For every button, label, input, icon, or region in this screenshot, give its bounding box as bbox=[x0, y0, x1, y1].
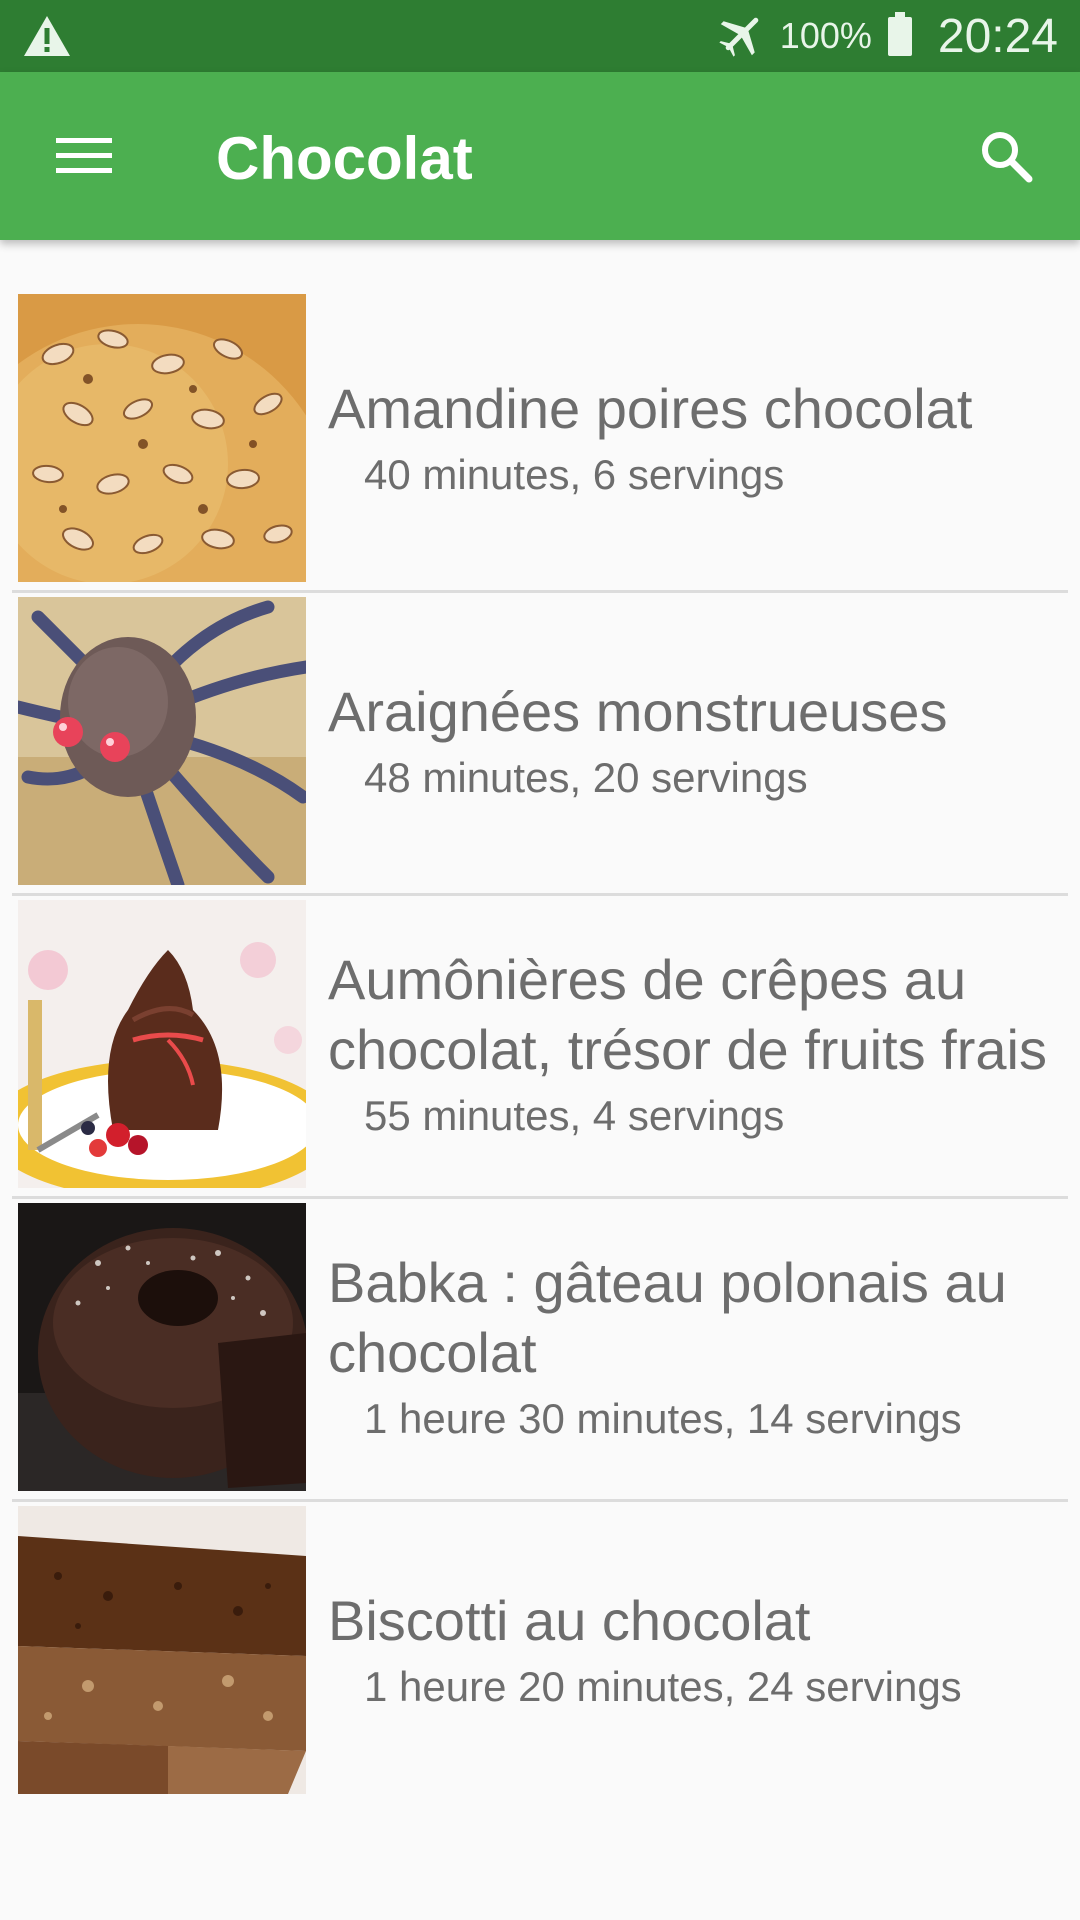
recipe-title: Aumônières de crêpes au chocolat, trésor… bbox=[328, 948, 1047, 1081]
recipe-item[interactable]: Araignées monstrueuses 48 minutes, 20 se… bbox=[0, 593, 1080, 896]
recipe-text: Babka : gâteau polonais au chocolat 1 he… bbox=[328, 1199, 1060, 1495]
recipe-item[interactable]: Babka : gâteau polonais au chocolat 1 he… bbox=[0, 1199, 1080, 1502]
recipe-meta: 55 minutes, 4 servings bbox=[364, 1092, 785, 1139]
recipe-image bbox=[18, 900, 306, 1188]
battery-percent: 100% bbox=[779, 15, 872, 56]
status-bar: 100% 20:24 bbox=[0, 0, 1080, 72]
recipe-list: Amandine poires chocolat 40 minutes, 6 s… bbox=[0, 290, 1080, 1805]
recipe-image bbox=[18, 294, 306, 582]
recipe-meta: 40 minutes, 6 servings bbox=[364, 451, 785, 498]
recipe-item[interactable]: Biscotti au chocolat 1 heure 20 minutes,… bbox=[0, 1502, 1080, 1805]
search-icon bbox=[978, 128, 1034, 189]
search-button[interactable] bbox=[962, 114, 1050, 202]
recipe-meta: 1 heure 30 minutes, 14 servings bbox=[364, 1395, 962, 1442]
recipe-item[interactable]: Aumônières de crêpes au chocolat, trésor… bbox=[0, 896, 1080, 1199]
recipe-title: Babka : gâteau polonais au chocolat bbox=[328, 1251, 1007, 1384]
hamburger-menu-icon bbox=[56, 136, 112, 181]
warning-icon bbox=[22, 14, 72, 58]
page-title: Chocolat bbox=[216, 125, 473, 192]
recipe-text: Amandine poires chocolat 40 minutes, 6 s… bbox=[328, 290, 1060, 586]
recipe-text: Araignées monstrueuses 48 minutes, 20 se… bbox=[328, 593, 1060, 889]
recipe-item[interactable]: Amandine poires chocolat 40 minutes, 6 s… bbox=[0, 290, 1080, 593]
recipe-text: Biscotti au chocolat 1 heure 20 minutes,… bbox=[328, 1502, 1060, 1798]
airplane-mode-icon bbox=[718, 10, 766, 63]
recipe-image bbox=[18, 597, 306, 885]
recipe-title: Araignées monstrueuses bbox=[328, 680, 948, 743]
recipe-meta: 48 minutes, 20 servings bbox=[364, 754, 808, 801]
status-right-group: 100% 20:24 bbox=[718, 0, 1058, 72]
recipe-meta: 1 heure 20 minutes, 24 servings bbox=[364, 1663, 962, 1710]
status-time: 20:24 bbox=[937, 9, 1058, 63]
recipe-text: Aumônières de crêpes au chocolat, trésor… bbox=[328, 896, 1060, 1192]
app-bar: Chocolat bbox=[0, 72, 1080, 240]
recipe-image bbox=[18, 1203, 306, 1491]
menu-button[interactable] bbox=[40, 114, 128, 202]
battery-icon bbox=[886, 10, 914, 63]
recipe-title: Amandine poires chocolat bbox=[328, 377, 973, 440]
recipe-image bbox=[18, 1506, 306, 1794]
recipe-title: Biscotti au chocolat bbox=[328, 1589, 811, 1652]
